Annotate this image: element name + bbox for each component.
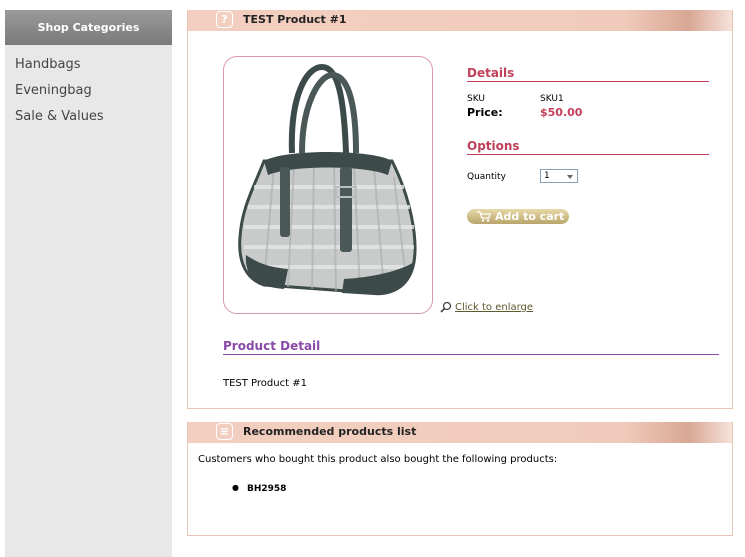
cart-icon xyxy=(477,211,491,222)
quantity-value: 1 xyxy=(544,171,550,181)
list-icon xyxy=(216,423,233,440)
quantity-label: Quantity xyxy=(467,172,506,182)
sidebar: Shop Categories Handbags Eveningbag Sale… xyxy=(5,10,172,557)
product-panel-header: ? TEST Product #1 xyxy=(188,10,732,31)
add-to-cart-label: Add to cart xyxy=(495,210,565,223)
sku-label: SKU xyxy=(467,94,485,104)
product-detail-text: TEST Product #1 xyxy=(223,378,307,389)
sidebar-item-handbags[interactable]: Handbags xyxy=(5,53,172,79)
recommended-panel-header: Recommended products list xyxy=(188,422,732,443)
chevron-down-icon xyxy=(567,175,573,179)
product-image[interactable] xyxy=(223,56,433,314)
options-heading: Options xyxy=(467,139,709,155)
price-value: $50.00 xyxy=(540,106,583,119)
category-list: Handbags Eveningbag Sale & Values xyxy=(5,45,172,131)
sidebar-item-eveningbag[interactable]: Eveningbag xyxy=(5,79,172,105)
product-title: TEST Product #1 xyxy=(243,13,347,26)
enlarge-row: Click to enlarge xyxy=(440,301,533,313)
recommended-item-bh2958[interactable]: BH2958 xyxy=(232,484,286,494)
click-to-enlarge-link[interactable]: Click to enlarge xyxy=(455,302,533,313)
recommended-intro: Customers who bought this product also b… xyxy=(198,454,558,465)
details-heading: Details xyxy=(467,66,709,82)
price-label: Price: xyxy=(467,106,503,119)
magnifier-icon xyxy=(440,301,452,313)
sidebar-item-sale-values[interactable]: Sale & Values xyxy=(5,105,172,131)
recommended-title: Recommended products list xyxy=(243,425,417,438)
add-to-cart-button[interactable]: Add to cart xyxy=(467,209,569,224)
sidebar-header: Shop Categories xyxy=(5,10,172,45)
handbag-image xyxy=(238,63,417,296)
product-detail-heading: Product Detail xyxy=(223,339,719,355)
sku-value: SKU1 xyxy=(540,94,564,104)
recommended-list: BH2958 xyxy=(232,484,286,494)
recommended-panel: Recommended products list Customers who … xyxy=(187,422,733,536)
quantity-select[interactable]: 1 xyxy=(540,169,578,183)
question-icon: ? xyxy=(216,11,233,28)
product-panel: ? TEST Product #1 Click to enlarge Detai… xyxy=(187,10,733,409)
